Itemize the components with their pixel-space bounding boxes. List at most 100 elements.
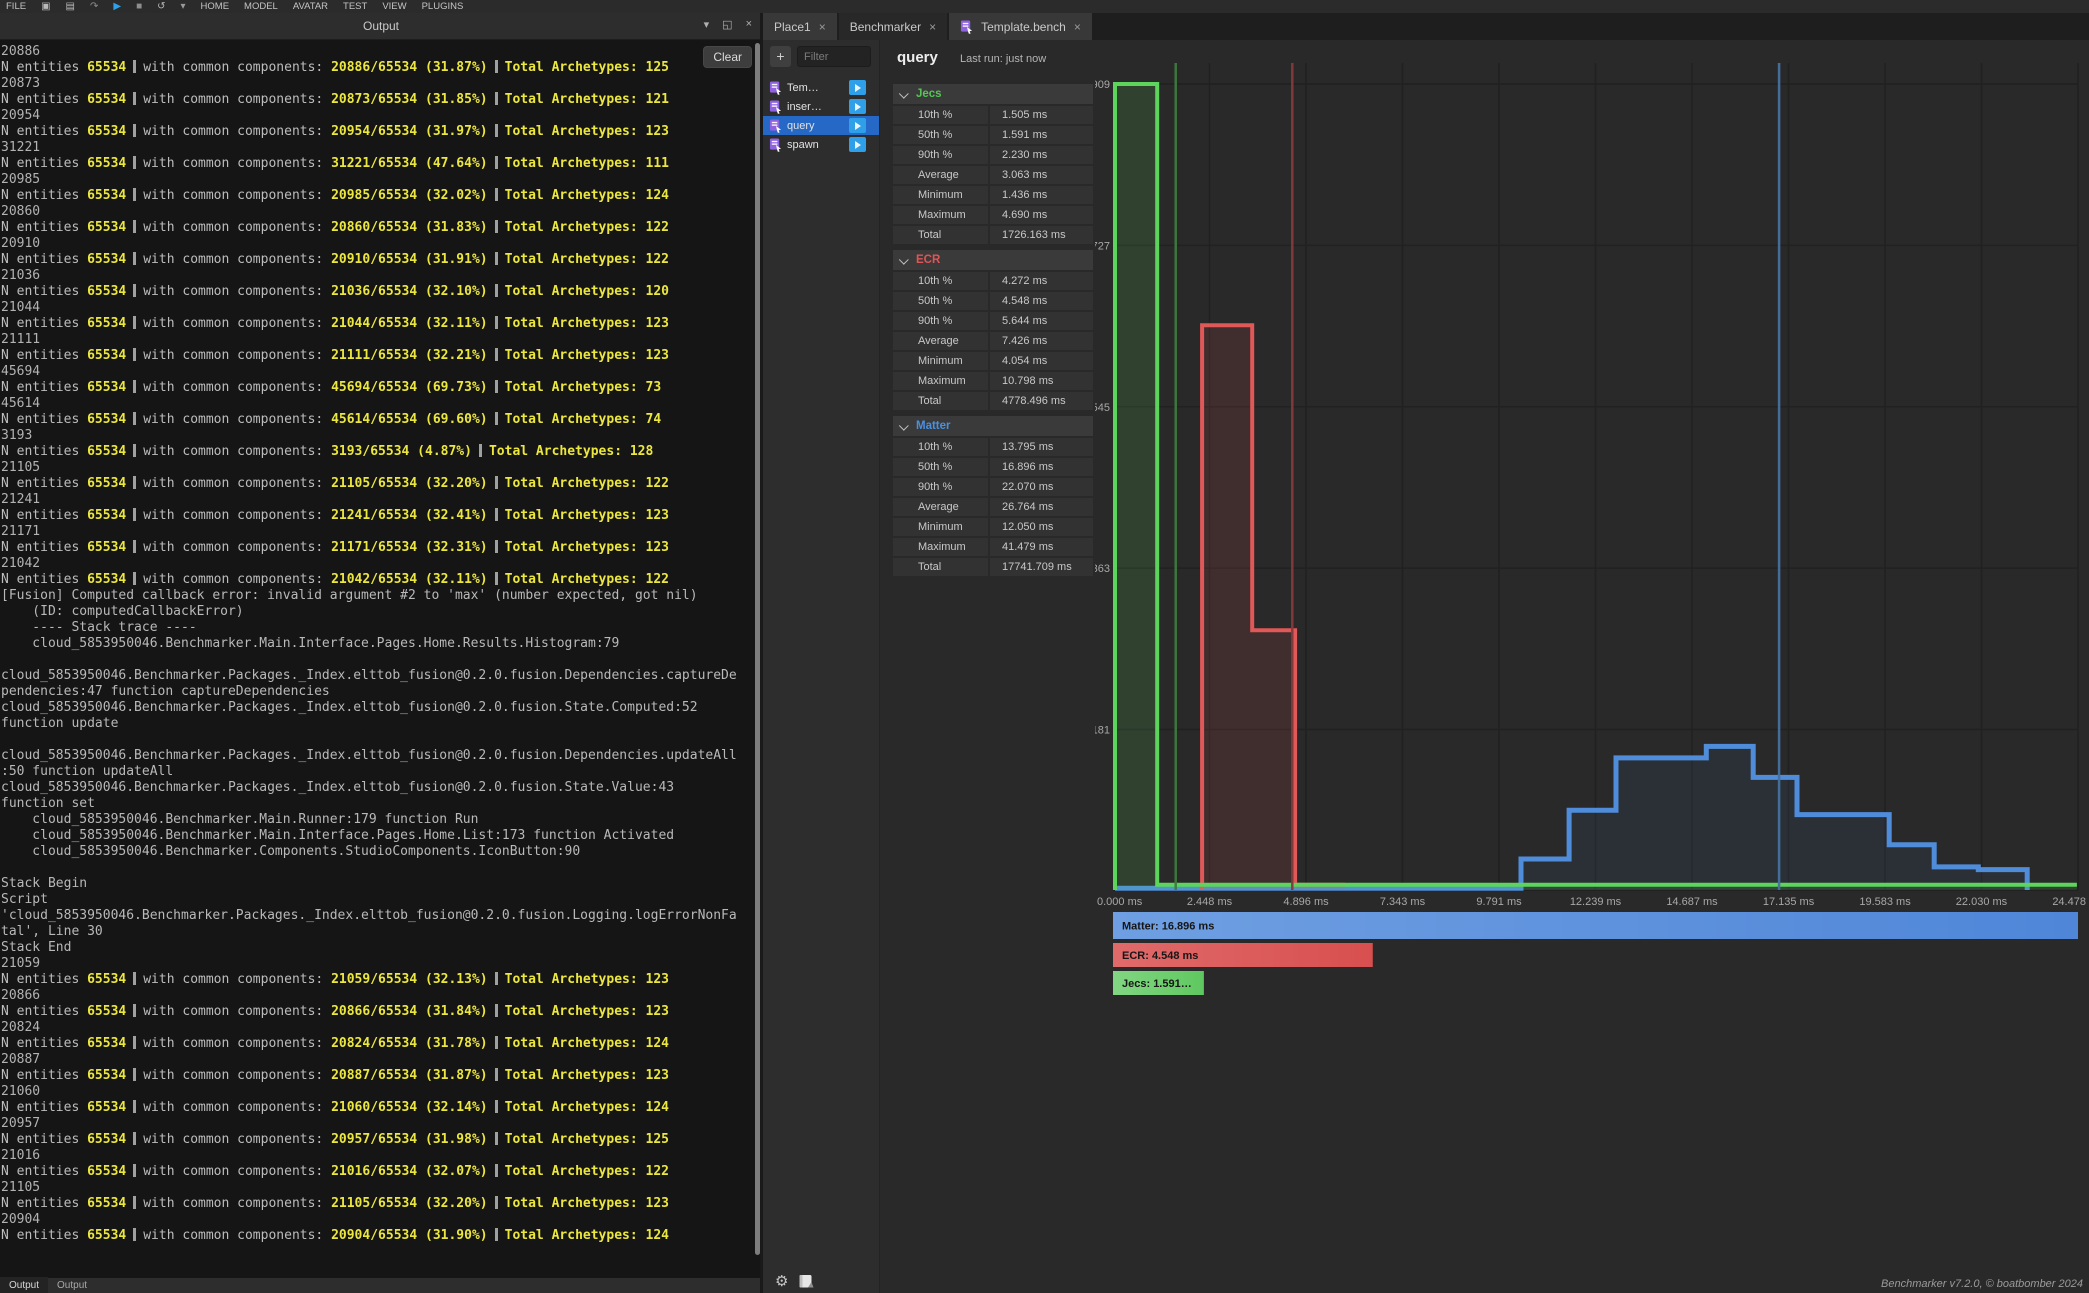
separator-bar (495, 92, 498, 105)
output-bottom-tab[interactable]: Output (0, 1277, 48, 1293)
menu-plugins[interactable]: PLUGINS (422, 1, 464, 12)
benchmark-item-spawn[interactable]: spawn (763, 135, 879, 154)
x-tick-label: 24.478 ms (2052, 896, 2089, 908)
stat-value: 13.795 ms (988, 438, 1093, 456)
run-benchmark-button[interactable] (849, 99, 866, 114)
console-line: cloud_5853950046.Benchmarker.Main.Runner… (1, 812, 762, 828)
separator-bar (495, 1132, 498, 1145)
console-line: N entities 65534with common components: … (1, 476, 762, 492)
stat-label: 90th % (893, 315, 988, 327)
stat-row: Minimum4.054 ms (893, 352, 1093, 370)
run-benchmark-button[interactable] (849, 137, 866, 152)
separator-bar (495, 284, 498, 297)
histogram-chart[interactable]: 1813635457279090.000 ms2.448 ms4.896 ms7… (1095, 55, 2089, 1015)
x-tick-label: 0.000 ms (1097, 896, 1143, 908)
console-line: ---- Stack trace ---- (1, 620, 762, 636)
x-tick-label: 2.448 ms (1187, 896, 1233, 908)
y-tick-label: 363 (1095, 563, 1110, 575)
script-icon (769, 119, 782, 133)
benchmark-item-Tem[interactable]: Tem… (763, 78, 879, 97)
console-line: tal', Line 30 (1, 924, 762, 940)
stat-label: Average (893, 501, 988, 513)
separator-bar (495, 1196, 498, 1209)
output-panel: Output ▾ ◱ × Clear 20886N entities 65534wi… (0, 13, 762, 1293)
stat-label: Average (893, 169, 988, 181)
output-bottom-tab[interactable]: Output (48, 1277, 96, 1293)
chevron-down-icon[interactable]: ▾ (704, 18, 710, 31)
tab-label: Benchmarker (850, 20, 921, 34)
separator-bar (133, 1100, 136, 1113)
paste-icon[interactable]: ▣ (41, 0, 50, 13)
play-icon[interactable]: ▶ (113, 0, 121, 13)
output-header-icons: ▾ ◱ × (704, 18, 752, 31)
console-line: 21059 (1, 956, 762, 972)
stats-section-header-ecr[interactable]: ECR (893, 250, 1093, 270)
stats-section-name: Jecs (916, 88, 942, 100)
studio-toolbar: FILE ▣ ▤ ↷ ▶ ■ ↺ ▾ HOME MODEL AVATAR TEST VIEW PLUGIN… (0, 0, 2089, 13)
console-line: [Fusion] Computed callback error: invali… (1, 588, 762, 604)
stat-row: Minimum1.436 ms (893, 186, 1093, 204)
stat-row: 50th %4.548 ms (893, 292, 1093, 310)
benchmark-item-label: spawn (787, 139, 844, 151)
separator-bar (495, 156, 498, 169)
stat-row: Average3.063 ms (893, 166, 1093, 184)
popout-icon[interactable]: ◱ (722, 18, 732, 31)
stop-icon[interactable]: ■ (136, 0, 142, 13)
separator-bar (495, 412, 498, 425)
output-panel-header[interactable]: Output ▾◱× (0, 13, 762, 40)
close-icon[interactable]: × (746, 18, 752, 31)
x-tick-label: 7.343 ms (1380, 896, 1426, 908)
benchmark-item-query[interactable]: query (763, 116, 879, 135)
benchmark-item-label: query (787, 120, 844, 132)
save-icon[interactable]: ▤ (66, 0, 75, 13)
tab-close-icon[interactable]: × (819, 20, 826, 34)
x-tick-label: 22.030 ms (1956, 896, 2008, 908)
run-benchmark-button[interactable] (849, 80, 866, 95)
filter-input[interactable] (797, 46, 871, 67)
add-benchmark-button[interactable]: + (770, 46, 791, 67)
separator-bar (495, 380, 498, 393)
separator-bar (133, 1196, 136, 1209)
tab-benchmarker[interactable]: Benchmarker × (839, 13, 947, 40)
tab-close-icon[interactable]: × (1074, 20, 1081, 34)
menu-model[interactable]: MODEL (244, 1, 278, 12)
reset-icon[interactable]: ↺ (157, 0, 165, 13)
separator-bar (133, 540, 136, 553)
tab-close-icon[interactable]: × (929, 20, 936, 34)
clear-output-button[interactable]: Clear (703, 46, 752, 68)
caret-down-icon[interactable]: ▾ (181, 0, 186, 13)
x-tick-label: 9.791 ms (1476, 896, 1522, 908)
menu-home[interactable]: HOME (201, 1, 230, 12)
menu-test[interactable]: TEST (343, 1, 367, 12)
console-line: N entities 65534with common components: … (1, 1132, 762, 1148)
editor-tabbar: Place1×Benchmarker×Template.bench× (763, 13, 2089, 40)
menu-avatar[interactable]: AVATAR (293, 1, 328, 12)
stats-tables: Jecs10th %1.505 ms50th %1.591 ms90th %2.… (893, 84, 1093, 582)
x-tick-label: 19.583 ms (1859, 896, 1911, 908)
stat-value: 1.436 ms (988, 186, 1093, 204)
console-line: 21036 (1, 268, 762, 284)
stat-value: 4778.496 ms (988, 392, 1093, 410)
output-console[interactable]: 20886N entities 65534with common compone… (0, 39, 762, 1278)
separator-bar (133, 1068, 136, 1081)
play-icon (855, 84, 861, 92)
series-fill-ecr (1202, 325, 1345, 890)
stats-section-header-matter[interactable]: Matter (893, 416, 1093, 436)
stats-section-header-jecs[interactable]: Jecs (893, 84, 1093, 104)
menu-view[interactable]: VIEW (382, 1, 406, 12)
tab-template-bench[interactable]: Template.bench× (949, 13, 1092, 40)
stat-value: 10.798 ms (988, 372, 1093, 390)
x-tick-label: 4.896 ms (1283, 896, 1329, 908)
separator-bar (133, 1164, 136, 1177)
run-benchmark-button[interactable] (849, 118, 866, 133)
tab-place1[interactable]: Place1× (763, 13, 837, 40)
benchmark-item-inser[interactable]: inser… (763, 97, 879, 116)
separator-bar (495, 1228, 498, 1241)
docs-book-icon[interactable] (798, 1274, 814, 1289)
menu-file[interactable]: FILE (6, 1, 26, 12)
stat-value: 2.230 ms (988, 146, 1093, 164)
settings-gear-icon[interactable]: ⚙ (775, 1272, 788, 1290)
redo-icon[interactable]: ↷ (90, 0, 98, 13)
console-line: N entities 65534with common components: … (1, 572, 762, 588)
x-tick-label: 17.135 ms (1763, 896, 1815, 908)
